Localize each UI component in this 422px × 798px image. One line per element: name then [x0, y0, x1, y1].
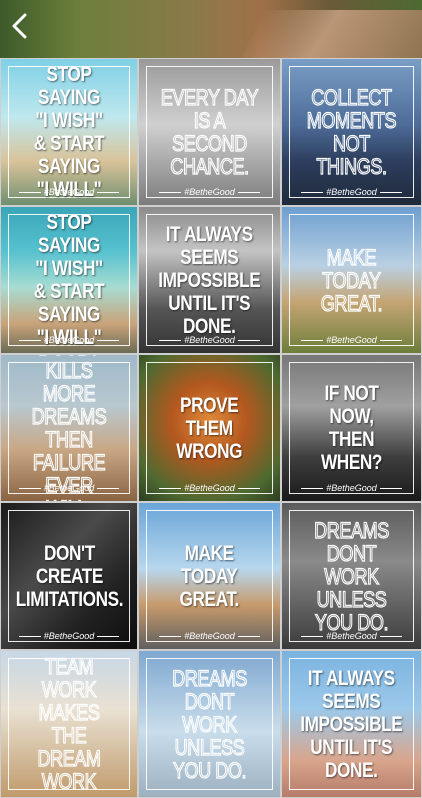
quote-tile[interactable]: IT ALWAYS SEEMS IMPOSSIBLE UNTIL IT'S DO…: [281, 650, 422, 798]
quote-tile[interactable]: STOP SAYING "I WISH" & START SAYING "I W…: [0, 58, 138, 206]
quote-tile[interactable]: DON'T CREATE LIMITATIONS. #BetheGood: [0, 502, 138, 650]
hashtag-label: #BetheGood: [1, 187, 137, 197]
quote-tile[interactable]: COLLECT MOMENTS NOT THINGS. #BetheGood: [281, 58, 422, 206]
back-button[interactable]: [4, 6, 34, 46]
quote-text: TEAM WORK MAKES THE DREAM WORK: [37, 654, 101, 794]
quote-tile[interactable]: DREAMS DONT WORK UNLESS YOU DO. #BetheGoo…: [281, 502, 422, 650]
quote-text: DREAMS DONT WORK UNLESS YOU DO.: [172, 665, 248, 783]
hashtag-label: #BetheGood: [282, 483, 421, 493]
hashtag-label: #BetheGood: [1, 335, 137, 345]
hashtag-label: #BetheGood: [282, 335, 421, 345]
hashtag-label: #BetheGood: [282, 187, 421, 197]
hashtag-label: #BetheGood: [1, 483, 137, 493]
quote-tile[interactable]: EVERY DAY IS A SECOND CHANCE. #BetheGood: [138, 58, 281, 206]
hashtag-label: #BetheGood: [139, 187, 280, 197]
quote-text: IF NOT NOW, THEN WHEN?: [320, 382, 383, 474]
quote-text: IT ALWAYS SEEMS IMPOSSIBLE UNTIL IT'S DO…: [300, 666, 403, 782]
hashtag-label: #BetheGood: [1, 631, 137, 641]
quote-tile[interactable]: DREAMS DONT WORK UNLESS YOU DO.: [138, 650, 281, 798]
hashtag-label: #BetheGood: [139, 631, 280, 641]
quote-tile[interactable]: TEAM WORK MAKES THE DREAM WORK: [0, 650, 138, 798]
quote-tile[interactable]: IF NOT NOW, THEN WHEN? #BetheGood: [281, 354, 422, 502]
quote-tile[interactable]: STOP SAYING "I WISH" & START SAYING "I W…: [0, 206, 138, 354]
quote-text: STOP SAYING "I WISH" & START SAYING "I W…: [33, 211, 105, 349]
quote-tile[interactable]: MAKE TODAY GREAT. #BetheGood: [138, 502, 281, 650]
quote-tile[interactable]: PROVE THEM WRONG #BetheGood: [138, 354, 281, 502]
quote-text: MAKE TODAY GREAT.: [179, 541, 240, 611]
hashtag-label: #BetheGood: [282, 631, 421, 641]
quote-text: COLLECT MOMENTS NOT THINGS.: [306, 85, 397, 179]
quote-text: EVERY DAY IS A SECOND CHANCE.: [160, 85, 259, 179]
quote-grid: STOP SAYING "I WISH" & START SAYING "I W…: [0, 58, 422, 798]
hashtag-label: #BetheGood: [139, 483, 280, 493]
quote-text: PROVE THEM WRONG: [176, 393, 243, 463]
quote-tile[interactable]: DOUBT KILLS MORE DREAMS THEN FAILURE EVE…: [0, 354, 138, 502]
header-banner: [0, 0, 422, 58]
quote-tile[interactable]: IT ALWAYS SEEMS IMPOSSIBLE UNTIL IT'S DO…: [138, 206, 281, 354]
hashtag-label: #BetheGood: [139, 335, 280, 345]
quote-text: STOP SAYING "I WISH" & START SAYING "I W…: [33, 63, 105, 201]
quote-text: DOUBT KILLS MORE DREAMS THEN FAILURE EVE…: [31, 355, 107, 501]
quote-text: DON'T CREATE LIMITATIONS.: [15, 541, 123, 611]
quote-text: MAKE TODAY GREAT.: [320, 244, 383, 316]
quote-text: IT ALWAYS SEEMS IMPOSSIBLE UNTIL IT'S DO…: [158, 222, 261, 338]
quote-text: DREAMS DONT WORK UNLESS YOU DO.: [314, 517, 390, 635]
chevron-left-icon: [12, 13, 27, 39]
quote-tile[interactable]: MAKE TODAY GREAT. #BetheGood: [281, 206, 422, 354]
